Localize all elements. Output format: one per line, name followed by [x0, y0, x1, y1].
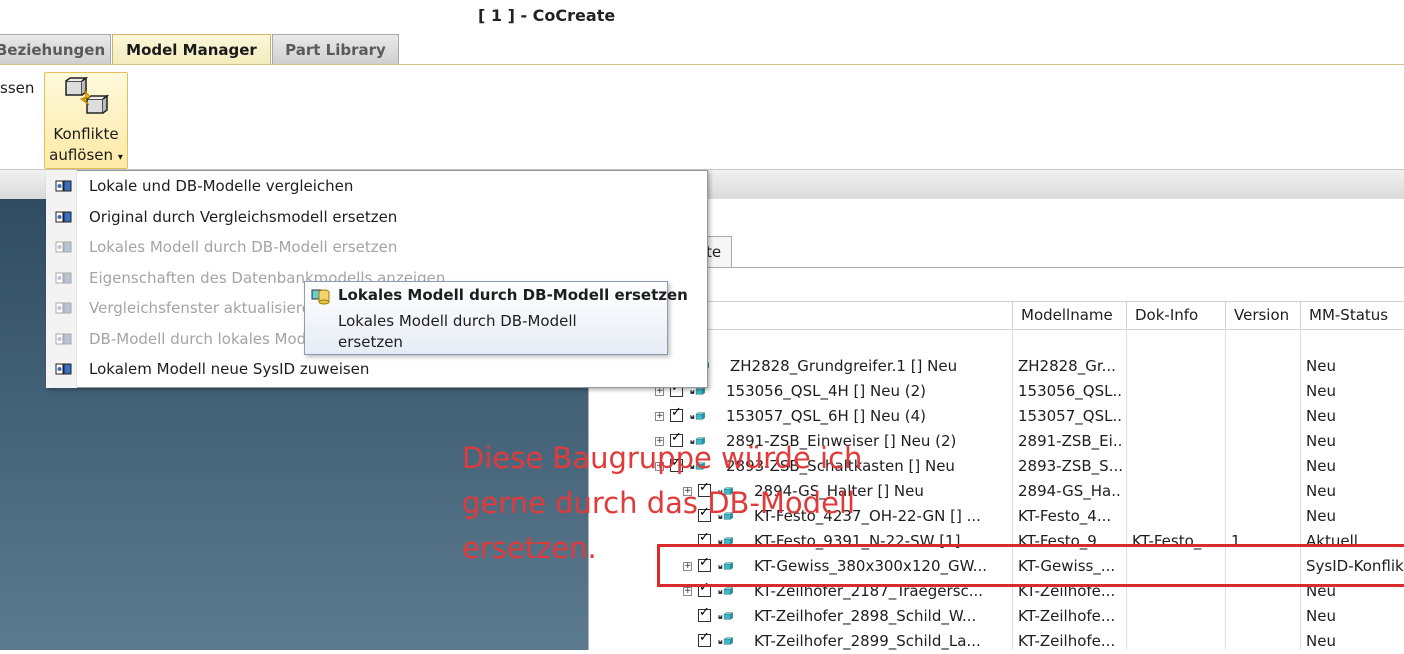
row-dok-info	[1132, 429, 1222, 454]
annotation-line-2: gerne durch das DB-Modell	[462, 486, 856, 520]
row-checkbox[interactable]	[670, 405, 683, 422]
expand-toggle-icon[interactable]: +	[655, 387, 664, 396]
ribbon: ssen Konflikte auflösen ▾	[0, 64, 1404, 170]
row-version	[1231, 504, 1295, 529]
db-properties-icon	[55, 272, 72, 284]
row-status: Neu	[1306, 607, 1336, 625]
part-icon	[718, 637, 734, 645]
row-checkbox[interactable]	[698, 630, 711, 647]
tab-label: Beziehungen	[0, 40, 106, 59]
row-name: ZH2828_Grundgreifer.1 [] Neu	[730, 357, 958, 375]
row-dok-info	[1132, 504, 1222, 529]
row-name: 153056_QSL_4H [] Neu (2)	[726, 382, 926, 400]
row-modelname: KT-Zeilhofe...	[1018, 607, 1116, 625]
tab-label: Part Library	[285, 40, 386, 59]
row-checkbox[interactable]	[698, 605, 711, 622]
row-version	[1231, 479, 1295, 504]
table-row[interactable]: KT-Zeilhofer_2899_Schild_La... KT-Zeilhof…	[594, 629, 1404, 654]
resolve-conflicts-button[interactable]: Konflikte auflösen ▾	[44, 72, 128, 169]
part-icon	[690, 412, 706, 420]
tab-label: Model Manager	[126, 41, 257, 59]
menu-item-label: Original durch Vergleichsmodell ersetzen	[89, 208, 398, 226]
tab-part-library[interactable]: Part Library	[272, 34, 399, 64]
menu-item-label: Vergleichsfenster aktualisieren	[89, 299, 321, 317]
row-modelname: 153056_QSL...	[1018, 382, 1122, 400]
column-header-dok-info[interactable]: Dok-Info	[1126, 302, 1225, 329]
replace-original-icon	[55, 211, 72, 223]
menu-item[interactable]: Original durch Vergleichsmodell ersetzen	[47, 202, 707, 232]
title-bar	[0, 0, 1404, 34]
row-modelname: KT-Festo_4...	[1018, 507, 1112, 525]
row-version	[1231, 629, 1295, 654]
column-header-mm-status[interactable]: MM-Status	[1300, 302, 1404, 329]
row-status: Neu	[1306, 382, 1336, 400]
row-version	[1231, 354, 1295, 379]
menu-item[interactable]: Lokalem Modell neue SysID zuweisen	[47, 354, 707, 384]
row-modelname: 2894-GS_Ha...	[1018, 482, 1122, 500]
menu-item-label: Lokales Modell durch DB-Modell ersetzen	[89, 238, 398, 256]
table-row[interactable]: +153056_QSL_4H [] Neu (2) 153056_QSL... Ne…	[594, 379, 1404, 404]
row-version	[1231, 604, 1295, 629]
divider	[588, 267, 1404, 268]
row-dok-info	[1132, 479, 1222, 504]
expand-toggle-icon[interactable]: +	[683, 587, 692, 596]
annotation-line-1: Diese Baugruppe würde ich	[462, 441, 863, 475]
tab-beziehungen[interactable]: Beziehungen	[0, 34, 111, 64]
row-status: Neu	[1306, 432, 1336, 450]
tooltip-title: Lokales Modell durch DB-Modell ersetzen	[338, 286, 688, 304]
row-modelname: 153057_QSL...	[1018, 407, 1122, 425]
part-icon	[718, 612, 734, 620]
row-modelname: KT-Zeilhofe...	[1018, 632, 1116, 650]
row-name: KT-Zeilhofer_2899_Schild_La...	[754, 632, 981, 650]
table-row[interactable]: KT-Zeilhofer_2898_Schild_W... KT-Zeilhofe…	[594, 604, 1404, 629]
ribbon-group-label[interactable]: ssen	[0, 79, 34, 97]
row-status: Neu	[1306, 457, 1336, 475]
table-header: Modellname Dok-Info Version MM-Status	[594, 301, 1404, 330]
refresh-compare-icon	[55, 302, 72, 314]
tab-model-manager[interactable]: Model Manager	[112, 34, 271, 65]
annotation-highlight-box	[657, 544, 1404, 587]
row-status: Neu	[1306, 357, 1336, 375]
local-replace-icon	[55, 333, 72, 345]
row-status: Neu	[1306, 507, 1336, 525]
expand-toggle-icon[interactable]: +	[655, 412, 664, 421]
table-row[interactable]: ZH2828_Grundgreifer.1 [] Neu ZH2828_Gr...…	[594, 354, 1404, 379]
compare-models-icon	[55, 180, 72, 192]
row-version	[1231, 429, 1295, 454]
new-sysid-icon	[55, 363, 72, 375]
row-dok-info	[1132, 404, 1222, 429]
row-dok-info	[1132, 629, 1222, 654]
row-dok-info	[1132, 379, 1222, 404]
column-header-modelname[interactable]: Modellname	[1012, 302, 1126, 329]
column-header-version[interactable]: Version	[1225, 302, 1300, 329]
row-name: 153057_QSL_6H [] Neu (4)	[726, 407, 926, 425]
row-dok-info	[1132, 604, 1222, 629]
ribbon-tab-row: Beziehungen Model Manager Part Library	[0, 34, 1404, 65]
row-version	[1231, 379, 1295, 404]
row-modelname: 2893-ZSB_S...	[1018, 457, 1122, 475]
row-status: Neu	[1306, 632, 1336, 650]
window-title: [ 1 ] - CoCreate	[478, 6, 616, 25]
menu-item[interactable]: Lokale und DB-Modelle vergleichen	[47, 171, 707, 201]
menu-item[interactable]: Lokales Modell durch DB-Modell ersetzen	[47, 232, 707, 262]
chevron-down-icon: ▾	[117, 152, 123, 163]
menu-item-label: Lokale und DB-Modelle vergleichen	[89, 177, 354, 195]
menu-item-label: Lokalem Modell neue SysID zuweisen	[89, 360, 370, 378]
row-status: Neu	[1306, 407, 1336, 425]
tooltip-body: Lokales Modell durch DB-Modell ersetzen	[338, 312, 577, 351]
resolve-conflicts-icon	[65, 77, 109, 114]
row-status: Neu	[1306, 482, 1336, 500]
row-version	[1231, 404, 1295, 429]
row-dok-info	[1132, 454, 1222, 479]
resolve-conflicts-label-2: auflösen ▾	[49, 146, 123, 164]
row-modelname: 2891-ZSB_Ei...	[1018, 432, 1122, 450]
db-replace-icon	[311, 289, 330, 305]
row-modelname: ZH2828_Gr...	[1018, 357, 1116, 375]
table-row[interactable]: +153057_QSL_6H [] Neu (4) 153057_QSL... Ne…	[594, 404, 1404, 429]
row-dok-info	[1132, 354, 1222, 379]
row-version	[1231, 454, 1295, 479]
db-replace-icon	[55, 241, 72, 253]
row-name: KT-Zeilhofer_2898_Schild_W...	[754, 607, 977, 625]
resolve-conflicts-label-1: Konflikte	[53, 125, 119, 143]
